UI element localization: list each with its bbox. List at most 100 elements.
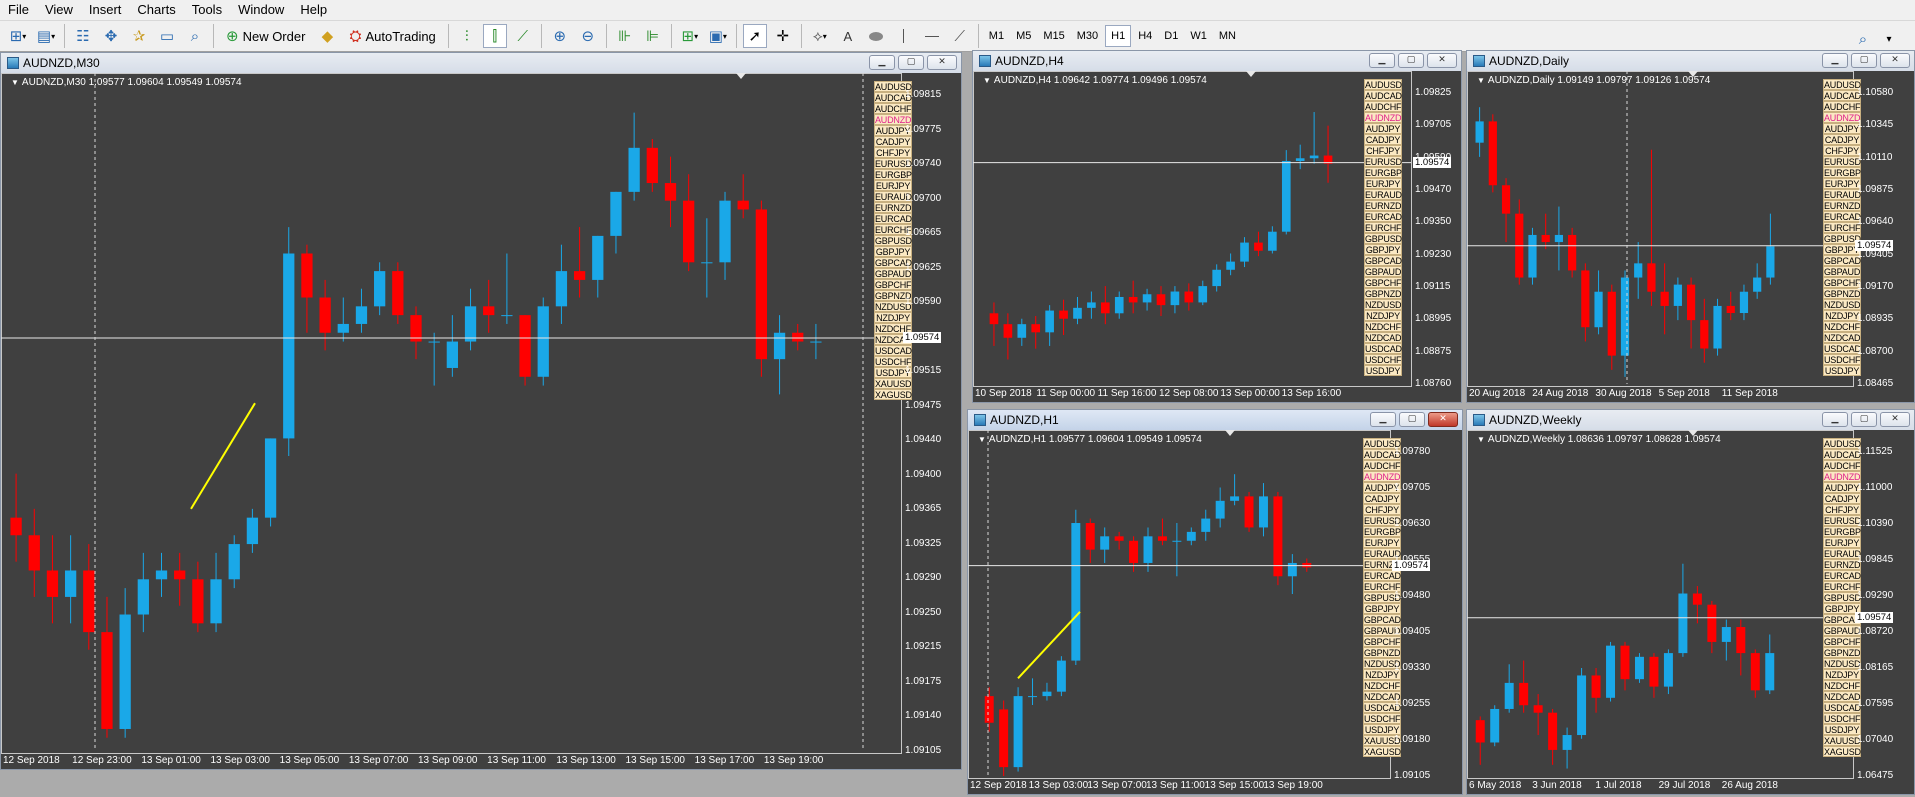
horizontal-line-button[interactable]	[920, 24, 944, 48]
symbol-button-xauusd[interactable]: XAUUSD	[874, 378, 912, 389]
symbol-button-gbpnzd[interactable]: GBPNZD	[1363, 647, 1401, 658]
profiles-button[interactable]: ▤ ▾	[34, 24, 58, 48]
symbol-button-gbpchf[interactable]: GBPCHF	[1823, 636, 1861, 647]
chart-canvas[interactable]: ▼ AUDNZD,M30 1.09577 1.09604 1.09549 1.09…	[1, 73, 961, 769]
symbol-button-nzdjpy[interactable]: NZDJPY	[1364, 310, 1402, 321]
symbol-button-usdcad[interactable]: USDCAD	[1823, 343, 1861, 354]
symbol-button-audchf[interactable]: AUDCHF	[1364, 101, 1402, 112]
symbol-button-gbpaud[interactable]: GBPAUD	[1364, 266, 1402, 277]
symbol-button-gbpchf[interactable]: GBPCHF	[1364, 277, 1402, 288]
symbol-button-eurchf[interactable]: EURCHF	[1823, 222, 1861, 233]
line-tools-button[interactable]: ⟡ ▾	[808, 24, 832, 48]
chart-canvas[interactable]: ▼ AUDNZD,H4 1.09642 1.09774 1.09496 1.095…	[973, 71, 1461, 402]
line-chart-button[interactable]: ⟋	[511, 24, 535, 48]
zoom-in-button[interactable]: ⊕	[548, 24, 572, 48]
symbol-button-chfjpy[interactable]: CHFJPY	[1363, 504, 1401, 515]
maximize-window-button[interactable]: ▢	[1851, 412, 1877, 427]
market-watch-button[interactable]: ☷	[71, 24, 95, 48]
templates-button[interactable]: ▣ ▾	[706, 24, 730, 48]
minimize-window-button[interactable]: ▁	[1369, 53, 1395, 68]
symbol-button-eurjpy[interactable]: EURJPY	[1363, 537, 1401, 548]
symbol-button-eurnzd[interactable]: EURNZD	[874, 202, 912, 213]
symbol-button-nzdjpy[interactable]: NZDJPY	[1823, 310, 1861, 321]
symbol-button-nzdusd[interactable]: NZDUSD	[1364, 299, 1402, 310]
symbol-button-nzdusd[interactable]: NZDUSD	[1823, 299, 1861, 310]
bar-chart-button[interactable]: ⫶	[455, 24, 479, 48]
chart-canvas[interactable]: ▼ AUDNZD,H1 1.09577 1.09604 1.09549 1.095…	[968, 430, 1462, 794]
symbol-button-audchf[interactable]: AUDCHF	[1823, 101, 1861, 112]
window-titlebar[interactable]: AUDNZD,H4 ▁ ▢ ✕	[973, 51, 1461, 71]
chart-window-h1[interactable]: AUDNZD,H1 ▁ ▢ ✕ ▼ AUDNZD,H1 1.09577 1.09604 1…	[967, 409, 1463, 795]
symbol-button-chfjpy[interactable]: CHFJPY	[1823, 145, 1861, 156]
minimize-window-button[interactable]: ▁	[1822, 53, 1848, 68]
navigator-button[interactable]: ✥	[99, 24, 123, 48]
symbol-button-nzdcad[interactable]: NZDCAD	[1823, 691, 1861, 702]
text-button[interactable]: A	[836, 24, 860, 48]
terminal-button[interactable]: ▭	[155, 24, 179, 48]
symbol-button-gbpaud[interactable]: GBPAUD	[1823, 266, 1861, 277]
symbol-button-nzdjpy[interactable]: NZDJPY	[1823, 669, 1861, 680]
menu-tools[interactable]: Tools	[184, 0, 230, 20]
window-titlebar[interactable]: AUDNZD,M30 ▁ ▢ ✕	[1, 53, 961, 73]
window-titlebar[interactable]: AUDNZD,Daily ▁ ▢ ✕	[1467, 51, 1914, 71]
timeframe-m1[interactable]: M1	[984, 25, 1009, 47]
crosshair-button[interactable]: ✛	[771, 24, 795, 48]
symbol-button-gbpjpy[interactable]: GBPJPY	[1363, 603, 1401, 614]
maximize-window-button[interactable]: ▢	[1399, 412, 1425, 427]
symbol-button-usdchf[interactable]: USDCHF	[1823, 713, 1861, 724]
symbol-button-nzdchf[interactable]: NZDCHF	[1823, 321, 1861, 332]
chart-canvas[interactable]: ▼ AUDNZD,Weekly 1.08636 1.09797 1.08628 1…	[1467, 430, 1914, 794]
symbol-button-eurcad[interactable]: EURCAD	[1363, 570, 1401, 581]
symbol-button-euraud[interactable]: EURAUD	[1823, 548, 1861, 559]
symbol-button-gbpcad[interactable]: GBPCAD	[1364, 255, 1402, 266]
symbol-button-nzdchf[interactable]: NZDCHF	[1364, 321, 1402, 332]
symbol-button-cadjpy[interactable]: CADJPY	[1823, 134, 1861, 145]
metaeditor-button[interactable]: ◆	[315, 24, 339, 48]
symbol-button-gbpjpy[interactable]: GBPJPY	[874, 246, 912, 257]
timeframe-mn[interactable]: MN	[1214, 25, 1241, 47]
symbol-button-eurjpy[interactable]: EURJPY	[1364, 178, 1402, 189]
symbol-button-euraud[interactable]: EURAUD	[1364, 189, 1402, 200]
ellipse-button[interactable]	[864, 24, 888, 48]
symbol-button-gbpchf[interactable]: GBPCHF	[874, 279, 912, 290]
symbol-button-eurcad[interactable]: EURCAD	[1823, 211, 1861, 222]
symbol-button-eurnzd[interactable]: EURNZD	[1364, 200, 1402, 211]
symbol-button-xagusd[interactable]: XAGUSD	[1823, 746, 1861, 757]
symbol-button-nzdjpy[interactable]: NZDJPY	[874, 312, 912, 323]
symbol-button-xagusd[interactable]: XAGUSD	[1363, 746, 1401, 757]
timeframe-m5[interactable]: M5	[1011, 25, 1036, 47]
symbol-button-audusd[interactable]: AUDUSD	[1823, 438, 1861, 449]
symbol-button-eurnzd[interactable]: EURNZD	[1823, 559, 1861, 570]
symbol-button-audnzd[interactable]: AUDNZD	[1823, 112, 1861, 123]
menu-file[interactable]: File	[0, 0, 37, 20]
symbol-button-eurcad[interactable]: EURCAD	[1823, 570, 1861, 581]
data-window-button[interactable]: ✰	[127, 24, 151, 48]
minimize-window-button[interactable]: ▁	[869, 55, 895, 70]
collapse-triangle-icon[interactable]: ▼	[1477, 435, 1485, 444]
chart-window-m30[interactable]: AUDNZD,M30 ▁ ▢ ✕ ▼ AUDNZD,M30 1.09577 1.09604…	[0, 52, 962, 770]
timeframe-m15[interactable]: M15	[1038, 25, 1069, 47]
symbol-button-audusd[interactable]: AUDUSD	[1364, 79, 1402, 90]
timeframe-w1[interactable]: W1	[1185, 25, 1212, 47]
maximize-window-button[interactable]: ▢	[1398, 53, 1424, 68]
collapse-triangle-icon[interactable]: ▼	[983, 76, 991, 85]
symbol-button-cadjpy[interactable]: CADJPY	[1364, 134, 1402, 145]
symbol-button-audchf[interactable]: AUDCHF	[1823, 460, 1861, 471]
menu-insert[interactable]: Insert	[81, 0, 130, 20]
symbol-button-gbpnzd[interactable]: GBPNZD	[1823, 647, 1861, 658]
collapse-triangle-icon[interactable]: ▼	[1477, 76, 1485, 85]
menu-window[interactable]: Window	[230, 0, 292, 20]
symbol-button-eurcad[interactable]: EURCAD	[874, 213, 912, 224]
chart-canvas[interactable]: ▼ AUDNZD,Daily 1.09149 1.09797 1.09126 1.…	[1467, 71, 1914, 402]
maximize-window-button[interactable]: ▢	[898, 55, 924, 70]
symbol-button-chfjpy[interactable]: CHFJPY	[1823, 504, 1861, 515]
symbol-button-eurjpy[interactable]: EURJPY	[1823, 537, 1861, 548]
close-window-button[interactable]: ✕	[1428, 412, 1458, 427]
new-chart-button[interactable]: ⊞ ▾	[6, 24, 30, 48]
zoom-out-button[interactable]: ⊖	[576, 24, 600, 48]
symbol-button-chfjpy[interactable]: CHFJPY	[1364, 145, 1402, 156]
candlestick-button[interactable]: ⫿	[482, 24, 507, 48]
symbol-button-nzdcad[interactable]: NZDCAD	[1823, 332, 1861, 343]
symbol-button-eurgbp[interactable]: EURGBP	[874, 169, 912, 180]
menu-charts[interactable]: Charts	[129, 0, 183, 20]
